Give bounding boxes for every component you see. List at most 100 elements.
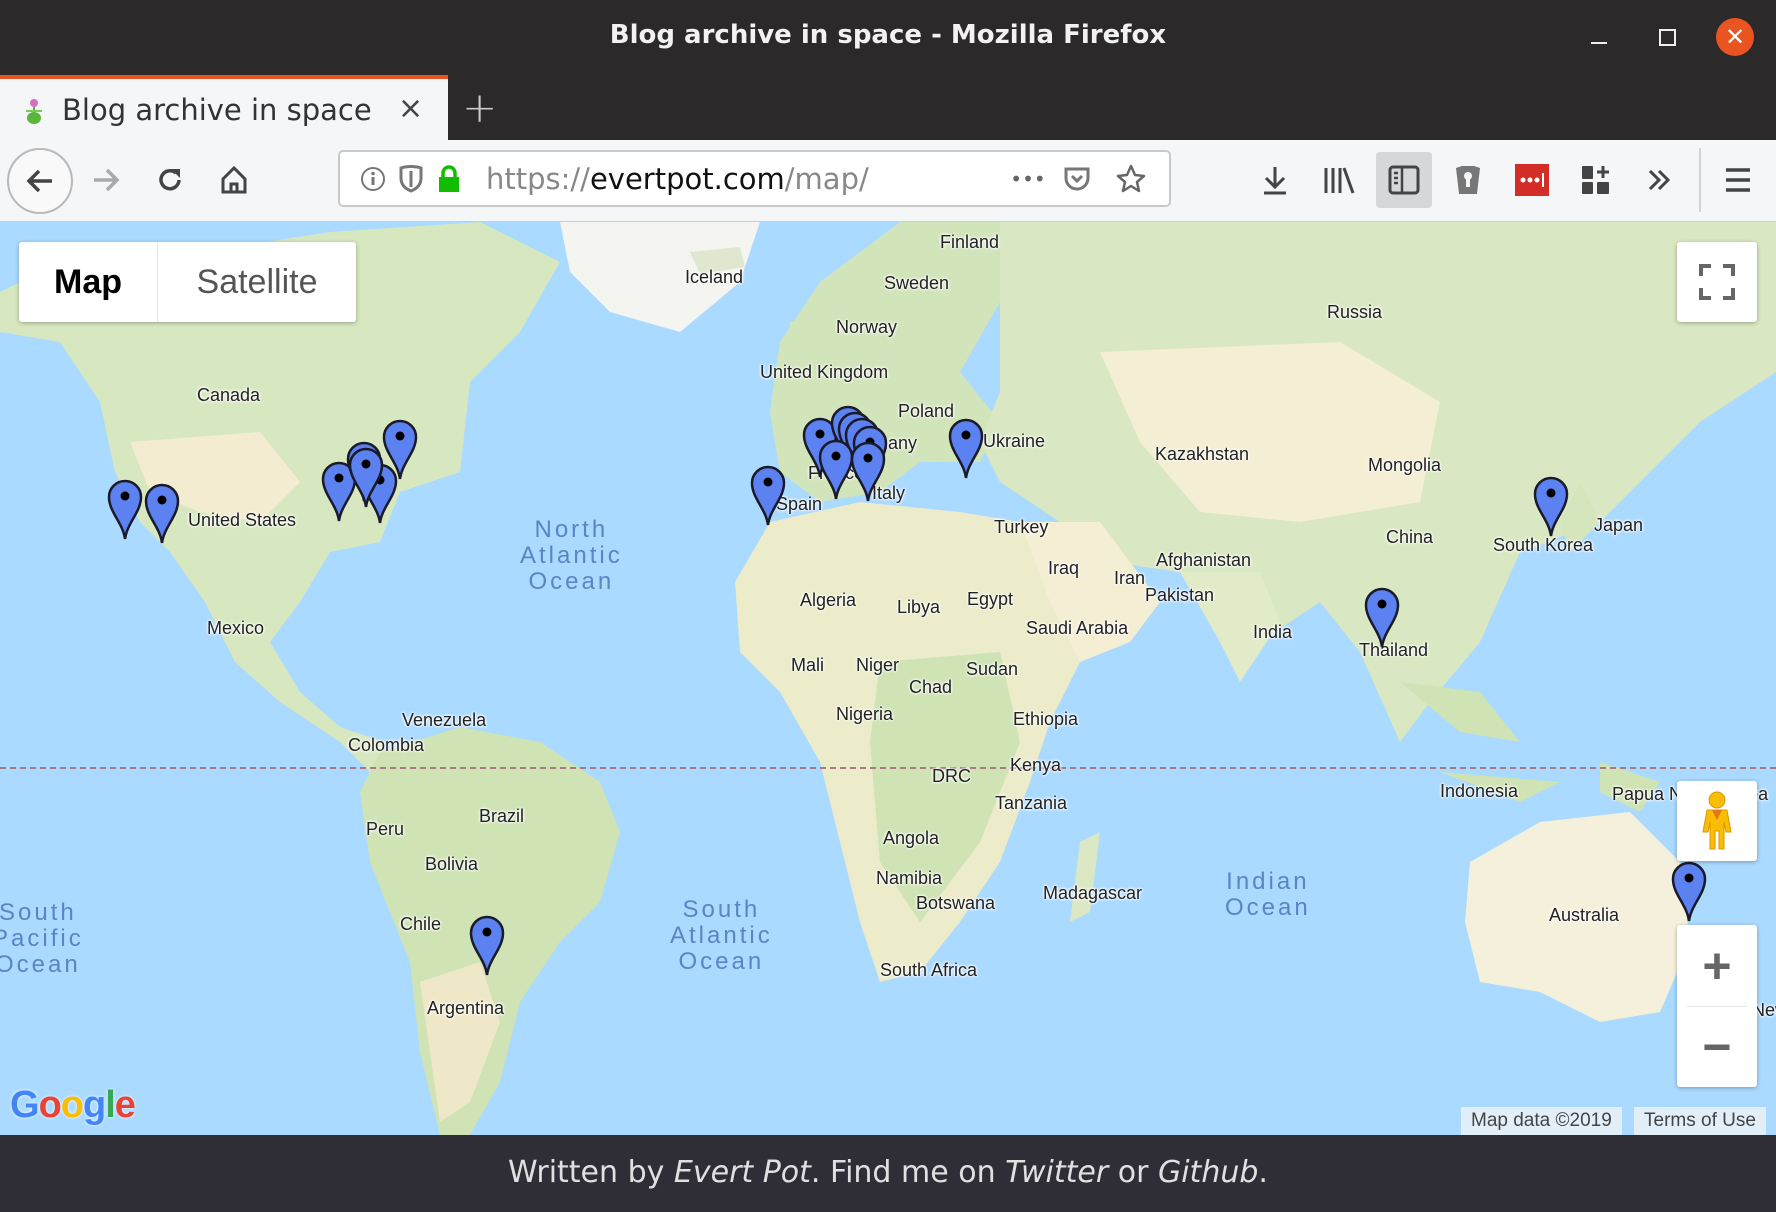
fullscreen-button[interactable]	[1677, 242, 1757, 322]
url-text[interactable]: https://evertpot.com/map/	[486, 162, 869, 196]
download-icon	[1264, 167, 1286, 195]
country-label: Madagascar	[1043, 883, 1143, 903]
arrow-right-icon	[94, 168, 120, 192]
country-label: Turkey	[994, 517, 1049, 537]
back-button[interactable]	[7, 148, 73, 214]
country-label: Namibia	[876, 868, 943, 888]
pocket-icon[interactable]	[1062, 164, 1092, 194]
zoom-in-button[interactable]: +	[1677, 926, 1757, 1006]
library-button[interactable]	[1311, 152, 1367, 208]
lastpass-button[interactable]	[1504, 152, 1560, 208]
zoom-out-button[interactable]: −	[1677, 1007, 1757, 1087]
country-label: United Kingdom	[760, 362, 889, 382]
extensions-button[interactable]	[1568, 152, 1624, 208]
country-label: Kazakhstan	[1155, 444, 1250, 464]
downloads-button[interactable]	[1247, 152, 1303, 208]
google-map[interactable]: Finland Iceland Sweden Norway Russia United K…	[0, 222, 1776, 1135]
country-label: Sudan	[966, 659, 1019, 679]
fullscreen-icon	[1699, 264, 1735, 300]
country-label: Poland	[898, 401, 955, 421]
maximize-button[interactable]	[1648, 18, 1686, 56]
arrow-left-icon	[26, 169, 52, 193]
equator-line	[0, 767, 1776, 769]
country-label: Peru	[366, 819, 405, 839]
tab-close-button[interactable]: ×	[398, 91, 423, 126]
country-label: Libya	[897, 597, 941, 617]
map-attribution: Map data ©2019	[1461, 1107, 1622, 1135]
map-marker[interactable]: South Korea	[1532, 475, 1570, 537]
country-label: Japan	[1594, 515, 1644, 535]
minus-icon: −	[1702, 1018, 1732, 1075]
country-label: Chile	[400, 914, 442, 934]
country-label: China	[1386, 527, 1434, 547]
map-type-control: Map Satellite	[19, 242, 356, 322]
country-label: Argentina	[427, 998, 505, 1018]
country-label: India	[1253, 622, 1293, 642]
forward-button[interactable]	[78, 152, 134, 208]
bookmark-star-icon[interactable]	[1116, 164, 1146, 194]
footer-text: . Find me on	[810, 1155, 1006, 1190]
footer-text: or	[1108, 1155, 1158, 1190]
maximize-icon	[1658, 28, 1676, 46]
country-label: Tanzania	[995, 793, 1068, 813]
map-type-map-button[interactable]: Map	[19, 242, 158, 322]
author-link[interactable]: Evert Pot	[674, 1155, 811, 1190]
country-label: Australia	[1549, 905, 1620, 925]
info-icon[interactable]	[358, 164, 388, 194]
reload-button[interactable]	[142, 152, 198, 208]
country-label: Afghanistan	[1156, 550, 1252, 570]
map-type-satellite-button[interactable]: Satellite	[158, 242, 356, 322]
map-marker[interactable]: California 2	[143, 482, 181, 544]
map-marker[interactable]: New York	[381, 418, 419, 480]
tracking-shield-icon[interactable]	[396, 164, 426, 194]
tab-blog-archive[interactable]: Blog archive in space ×	[0, 75, 448, 140]
url-scheme: https://	[486, 162, 590, 196]
page-footer: Written by Evert Pot. Find me on Twitter…	[0, 1135, 1776, 1212]
country-label: Russia	[1327, 302, 1383, 322]
map-marker[interactable]: Argentina	[468, 914, 506, 976]
country-label: Bolivia	[425, 854, 479, 874]
minimize-button[interactable]	[1580, 18, 1618, 56]
overflow-menu-button[interactable]	[1632, 152, 1688, 208]
country-label: Saudi Arabia	[1026, 618, 1129, 638]
map-marker[interactable]: Montreal	[347, 446, 385, 508]
country-label: Sweden	[884, 273, 950, 293]
street-view-pegman[interactable]	[1677, 781, 1757, 861]
keyhole-extension-button[interactable]	[1440, 152, 1496, 208]
country-label: Egypt	[967, 589, 1014, 609]
map-marker[interactable]: Romania	[947, 417, 985, 479]
url-bar[interactable]: https://evertpot.com/map/ •••	[338, 150, 1171, 207]
map-marker[interactable]: Australia	[1670, 860, 1708, 922]
url-host: evertpot.com	[589, 162, 785, 196]
map-marker[interactable]: Thailand	[1363, 586, 1401, 648]
map-marker[interactable]: California 1	[106, 478, 144, 540]
country-label: Iceland	[685, 267, 744, 287]
home-button[interactable]	[206, 152, 262, 208]
sidebar-button[interactable]	[1376, 152, 1432, 208]
add-extension-icon	[1582, 166, 1609, 194]
country-label: Algeria	[800, 590, 857, 610]
main-menu-button[interactable]	[1710, 152, 1766, 208]
url-path: /map/	[784, 162, 869, 196]
new-tab-button[interactable]: +	[462, 83, 497, 132]
page-actions-button[interactable]: •••	[1008, 164, 1048, 194]
map-marker[interactable]: Germany	[849, 440, 887, 502]
country-label: Colombia	[348, 735, 425, 755]
pegman-icon	[1702, 791, 1732, 850]
terms-of-use-link[interactable]: Terms of Use	[1634, 1107, 1766, 1135]
country-label: Iran	[1114, 568, 1146, 588]
ocean-label: South Atlantic Ocean	[670, 896, 773, 975]
country-label: Ethiopia	[1013, 709, 1079, 729]
github-link[interactable]: Github	[1158, 1155, 1258, 1190]
plus-icon: +	[1702, 937, 1732, 994]
lock-icon[interactable]	[434, 164, 464, 194]
twitter-link[interactable]: Twitter	[1005, 1155, 1108, 1190]
close-window-button[interactable]: ✕	[1716, 18, 1754, 56]
map-marker[interactable]: Spain	[749, 464, 787, 526]
country-label: DRC	[932, 766, 971, 786]
country-label: Ukraine	[983, 431, 1046, 451]
google-logo[interactable]: Google	[10, 1084, 136, 1127]
ocean-label: Indian Ocean	[1225, 868, 1311, 921]
country-label: United States	[188, 510, 297, 530]
country-label: Iraq	[1048, 558, 1080, 578]
